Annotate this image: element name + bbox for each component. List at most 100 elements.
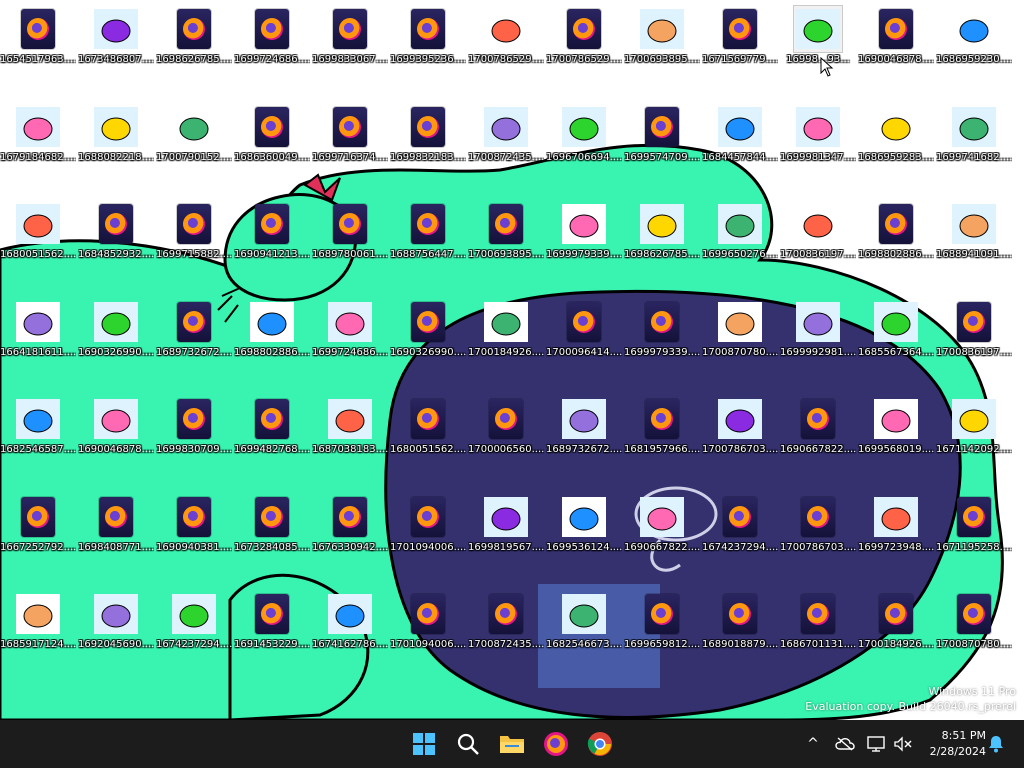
desktop-icon[interactable]: 1680051562.... [0, 195, 76, 285]
desktop-icon[interactable]: 1699741682.... [936, 98, 1012, 188]
desktop-icon[interactable]: 1689018879.... [702, 585, 778, 675]
desktop-icon[interactable]: 1682546587.... [0, 390, 76, 480]
desktop-icon[interactable]: 1690667822.... [780, 390, 856, 480]
taskbar-clock[interactable]: 8:51 PM 2/28/2024 [930, 728, 986, 760]
desktop-icon[interactable]: 1700872435.... [468, 585, 544, 675]
desktop-icon[interactable]: 1654517963.... [0, 0, 76, 90]
cloud-offline-tray-icon[interactable] [834, 734, 856, 754]
desktop-icon[interactable]: 1699716374.... [312, 98, 388, 188]
desktop-icon[interactable]: 1674162786.... [312, 585, 388, 675]
show-hidden-icons-button[interactable]: ^ [804, 734, 822, 754]
desktop-icon[interactable]: 1699830709.... [156, 390, 232, 480]
desktop-icon[interactable]: 1674237294.... [702, 488, 778, 578]
desktop-icon[interactable]: 1671569779.... [702, 0, 778, 90]
desktop-icon[interactable]: 1700786703.... [702, 390, 778, 480]
desktop-icon[interactable]: 1701094006.... [390, 585, 466, 675]
desktop-icon[interactable]: 1679184682.... [0, 98, 76, 188]
desktop-icon[interactable]: 1700006560.... [468, 390, 544, 480]
desktop-icon[interactable]: 1700836197.... [936, 293, 1012, 383]
desktop-icon[interactable]: 1688941091.... [936, 195, 1012, 285]
desktop-icon[interactable]: 1699724686.... [312, 293, 388, 383]
desktop-icon[interactable]: 1686959230.... [936, 0, 1012, 90]
desktop-icon[interactable]: 1684852932.... [78, 195, 154, 285]
desktop-icon[interactable]: 1700786703.... [780, 488, 856, 578]
desktop-icon[interactable]: 1682546673.... [546, 585, 622, 675]
desktop-icon[interactable]: 1698408771.... [78, 488, 154, 578]
desktop-icon[interactable]: 1689732672.... [546, 390, 622, 480]
desktop-icon[interactable]: 1699568019.... [858, 390, 934, 480]
desktop-icon[interactable]: 1700693895.... [468, 195, 544, 285]
desktop-icon[interactable]: 1686360049.... [234, 98, 310, 188]
desktop-icon[interactable]: 1700096414.... [546, 293, 622, 383]
search-button[interactable] [450, 726, 486, 762]
desktop-icon[interactable]: 1698626785.... [156, 0, 232, 90]
desktop-icon[interactable]: 1673486807.... [78, 0, 154, 90]
desktop-icon[interactable]: 1667252792.... [0, 488, 76, 578]
desktop-icon[interactable]: 1699819567.... [468, 488, 544, 578]
desktop-icon[interactable]: 1671142092.... [936, 390, 1012, 480]
chrome-taskbar-button[interactable] [582, 726, 618, 762]
desktop-icon[interactable]: 1689732672.... [156, 293, 232, 383]
desktop-icon[interactable]: 1699992981.... [780, 293, 856, 383]
desktop-icon[interactable]: 1688756447.... [390, 195, 466, 285]
notifications-button[interactable] [986, 734, 1006, 754]
desktop-icon[interactable]: 1673284085.... [234, 488, 310, 578]
desktop-icon[interactable]: 1700786529.... [468, 0, 544, 90]
desktop-icon[interactable]: 1690326990.... [78, 293, 154, 383]
desktop-icon[interactable]: 1698802886.... [858, 195, 934, 285]
desktop-icon[interactable]: 1699482768.... [234, 390, 310, 480]
desktop-icon[interactable]: 1690046878.... [78, 390, 154, 480]
desktop-icon[interactable]: 1688082218.... [78, 98, 154, 188]
desktop-icon[interactable]: 1687038183.... [312, 390, 388, 480]
desktop-icon[interactable]: 1699395236.... [390, 0, 466, 90]
network-tray-icon[interactable] [866, 734, 888, 754]
desktop-icon[interactable]: 1690941213.... [234, 195, 310, 285]
desktop-icon[interactable]: 1690326990.... [390, 293, 466, 383]
desktop-icon[interactable]: 1700836197.... [780, 195, 856, 285]
desktop-icon[interactable]: 1690940381.... [156, 488, 232, 578]
desktop-icon[interactable]: 1700870780.... [702, 293, 778, 383]
desktop-icon[interactable]: 1698802886.... [234, 293, 310, 383]
firefox-taskbar-button[interactable] [538, 726, 574, 762]
desktop-icon[interactable]: 1696706694.... [546, 98, 622, 188]
desktop-icon[interactable]: 1699979339.... [546, 195, 622, 285]
desktop-icon[interactable]: 1692045690.... [78, 585, 154, 675]
volume-tray-icon[interactable] [892, 734, 914, 754]
desktop-icon[interactable]: 16998...93... [780, 0, 856, 90]
desktop-icon[interactable]: 1690667822.... [624, 488, 700, 578]
desktop-icon[interactable]: 1700786529.... [546, 0, 622, 90]
desktop-icon[interactable]: 1686959283.... [858, 98, 934, 188]
desktop-icon[interactable]: 1699979339.... [624, 293, 700, 383]
desktop-icon[interactable]: 1701094006.... [390, 488, 466, 578]
desktop-icon[interactable]: 1700872435.... [468, 98, 544, 188]
desktop-icon[interactable]: 1699659812.... [624, 585, 700, 675]
desktop-icon[interactable]: 1699650276.... [702, 195, 778, 285]
desktop-icon[interactable]: 1674237294.... [156, 585, 232, 675]
file-explorer-button[interactable] [494, 726, 530, 762]
desktop-icon[interactable]: 1699574709.... [624, 98, 700, 188]
desktop[interactable]: 1654517963.... 1673486807.... 1698626785..… [0, 0, 1024, 720]
desktop-icon[interactable]: 1700184926.... [468, 293, 544, 383]
desktop-icon[interactable]: 1700870780.... [936, 585, 1012, 675]
desktop-icon[interactable]: 1700184926.... [858, 585, 934, 675]
desktop-icon[interactable]: 1699536124.... [546, 488, 622, 578]
desktop-icon[interactable]: 1681957966.... [624, 390, 700, 480]
desktop-icon[interactable]: 1671195258.... [936, 488, 1012, 578]
desktop-icon[interactable]: 1690046878.... [858, 0, 934, 90]
desktop-icon[interactable]: 1698626785.... [624, 195, 700, 285]
desktop-icon[interactable]: 1686701131.... [780, 585, 856, 675]
desktop-icon[interactable]: 1684457844.... [702, 98, 778, 188]
desktop-icon[interactable]: 1699832183.... [390, 98, 466, 188]
desktop-icon[interactable]: 1676330942.... [312, 488, 388, 578]
desktop-icon[interactable]: 1685567364.... [858, 293, 934, 383]
desktop-icon[interactable]: 1699724686.... [234, 0, 310, 90]
desktop-icon[interactable]: 1700693895.... [624, 0, 700, 90]
desktop-icon[interactable]: 1699723948.... [858, 488, 934, 578]
desktop-icon[interactable]: 1664181611.... [0, 293, 76, 383]
desktop-icon[interactable]: 1691453229.... [234, 585, 310, 675]
desktop-icon[interactable]: 1699981347.... [780, 98, 856, 188]
start-button[interactable] [406, 726, 442, 762]
desktop-icon[interactable]: 1699833067.... [312, 0, 388, 90]
desktop-icon[interactable]: 1689780061.... [312, 195, 388, 285]
desktop-icon[interactable]: 1685917124.... [0, 585, 76, 675]
